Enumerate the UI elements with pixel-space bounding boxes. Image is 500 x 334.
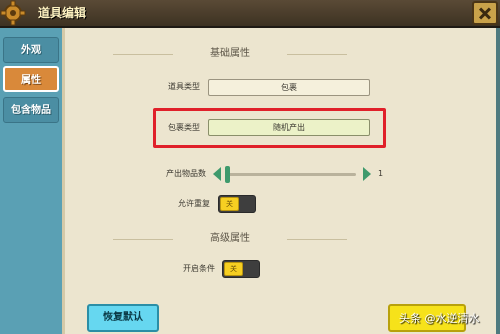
basic-section-title: 基础属性: [113, 47, 347, 61]
pack-type-value: 随机产出: [273, 123, 305, 132]
close-icon[interactable]: [472, 1, 498, 25]
tab-appearance[interactable]: 外观: [3, 37, 59, 63]
tab-label: 属性: [21, 75, 41, 86]
reset-default-button[interactable]: 恢复默认: [87, 304, 159, 332]
open-condition-toggle[interactable]: 关: [222, 260, 260, 278]
tab-properties[interactable]: 属性: [3, 66, 59, 92]
slider-handle[interactable]: [225, 166, 230, 183]
window-title: 道具编辑: [38, 6, 87, 20]
toggle-knob: 关: [220, 197, 239, 211]
pack-type-label: 包裹类型: [168, 123, 200, 132]
item-type-field[interactable]: 包裹: [208, 79, 370, 96]
window-header: 道具编辑: [0, 0, 500, 28]
properties-panel: [62, 28, 500, 334]
tab-label: 包含物品: [11, 105, 51, 116]
open-condition-label: 开启条件: [183, 264, 215, 273]
pack-type-field[interactable]: 随机产出: [208, 119, 370, 136]
toggle-knob: 关: [224, 262, 243, 276]
item-type-value: 包裹: [281, 83, 297, 92]
tab-contained-items[interactable]: 包含物品: [3, 97, 59, 123]
decrease-arrow-icon[interactable]: [213, 167, 221, 181]
item-type-label: 道具类型: [168, 82, 200, 91]
watermark: 头条 @水逆清水: [399, 312, 480, 325]
output-count-slider[interactable]: [228, 173, 356, 176]
output-count-label: 产出物品数: [166, 169, 206, 178]
increase-arrow-icon[interactable]: [363, 167, 371, 181]
output-count-value: 1: [378, 169, 384, 178]
tab-label: 外观: [21, 45, 41, 56]
advanced-section-title: 高级属性: [113, 232, 347, 246]
allow-repeat-toggle[interactable]: 关: [218, 195, 256, 213]
gear-icon: [0, 0, 26, 26]
sidebar: 外观 属性 包含物品: [0, 28, 62, 334]
scrollbar[interactable]: [496, 28, 500, 334]
allow-repeat-label: 允许重复: [178, 199, 210, 208]
